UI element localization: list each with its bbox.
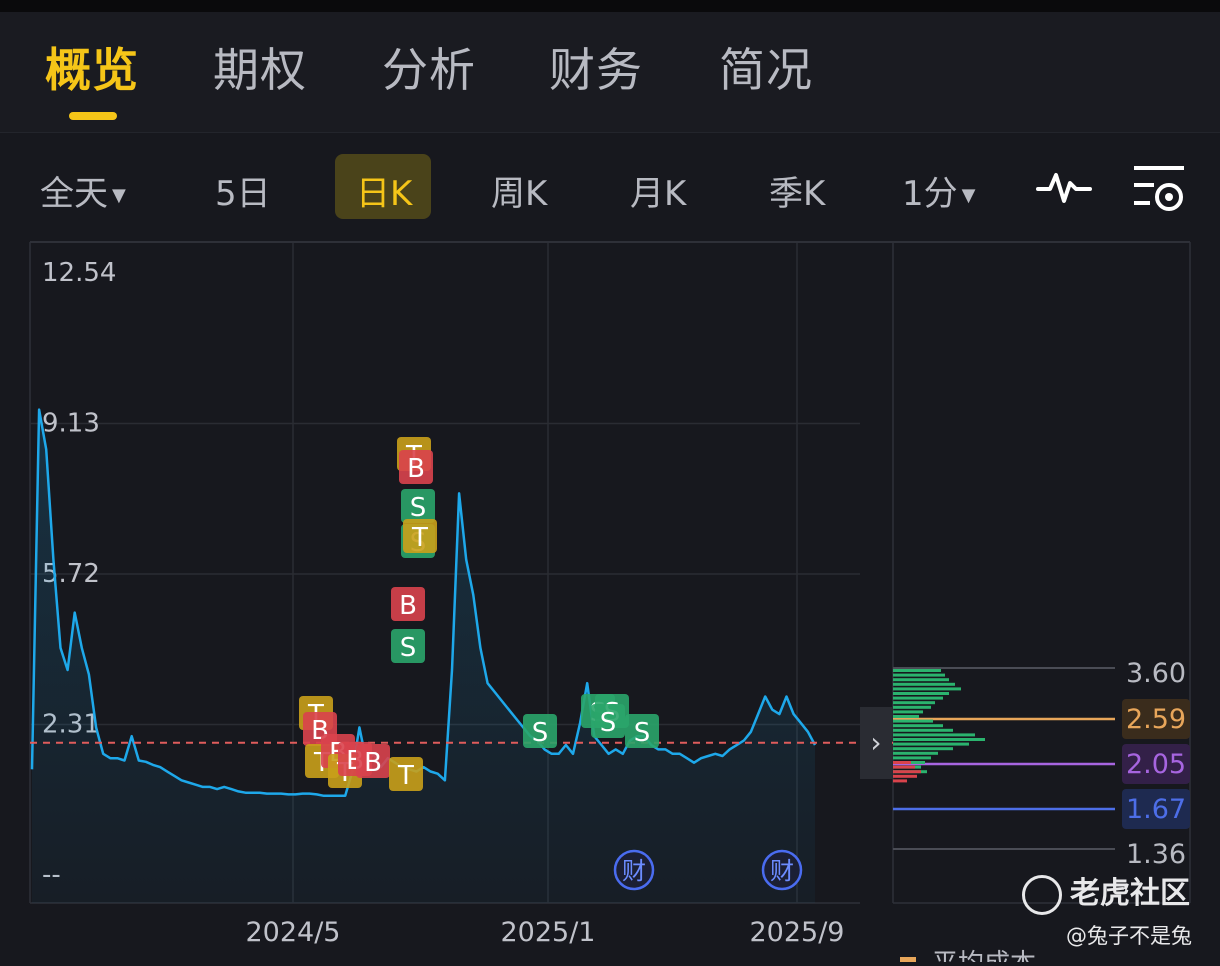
distribution-bar bbox=[893, 687, 961, 691]
distribution-bar bbox=[893, 701, 935, 705]
trade-marker: S bbox=[591, 704, 625, 738]
price-chart[interactable]: 12.549.135.722.31-- 2024/52025/12025/9 T… bbox=[0, 241, 1220, 966]
event-label: 财 bbox=[622, 857, 646, 885]
period-5day[interactable]: 5日 bbox=[215, 166, 271, 215]
trade-marker-label: B bbox=[407, 454, 425, 484]
y-tick-label: 12.54 bbox=[42, 258, 116, 288]
trade-marker: S bbox=[523, 714, 557, 748]
legend-label: 平均成本 bbox=[932, 949, 1036, 962]
period-intraday[interactable]: 全天 ▼ bbox=[40, 166, 126, 215]
x-tick-label: 2024/5 bbox=[246, 917, 341, 948]
watermark-brand: 老虎社区 bbox=[1022, 868, 1190, 915]
distribution-bar bbox=[893, 669, 941, 672]
period-weekly-k[interactable]: 周K bbox=[491, 166, 547, 215]
trade-marker-label: T bbox=[411, 523, 428, 553]
period-daily-k[interactable]: 日K bbox=[356, 166, 412, 215]
trade-marker: T bbox=[403, 519, 437, 553]
tab-financials[interactable]: 财务 bbox=[549, 34, 643, 100]
y-tick-label: 9.13 bbox=[42, 409, 100, 439]
chart-area: 12.549.135.722.31-- 2024/52025/12025/9 T… bbox=[0, 241, 1220, 966]
period-1min[interactable]: 1分 ▼ bbox=[902, 166, 975, 215]
trade-marker: S bbox=[401, 489, 435, 523]
distribution-bar bbox=[893, 770, 921, 774]
trade-marker: S bbox=[625, 714, 659, 748]
distribution-bar bbox=[893, 705, 931, 709]
distribution-bar bbox=[893, 761, 911, 764]
price-distribution: 3.60 2.59 2.05 1.67 1.36 平均成本 bbox=[893, 658, 1190, 966]
distribution-bar bbox=[893, 742, 969, 746]
price-level-label: 3.60 bbox=[1126, 658, 1186, 689]
distribution-bar bbox=[893, 738, 985, 741]
trade-marker: B bbox=[399, 450, 433, 484]
trade-marker-label: S bbox=[532, 718, 549, 748]
earnings-event-icon: 财 bbox=[761, 849, 803, 891]
period-quarterly-k[interactable]: 季K bbox=[769, 166, 825, 215]
trade-marker: B bbox=[391, 587, 425, 621]
trade-marker: B bbox=[356, 744, 390, 778]
event-label: 财 bbox=[770, 857, 794, 885]
distribution-bar bbox=[893, 710, 923, 714]
settings-filter-icon[interactable] bbox=[1132, 163, 1188, 215]
x-tick-label: 2025/1 bbox=[501, 917, 596, 948]
distribution-bar bbox=[893, 715, 919, 718]
waveform-icon[interactable] bbox=[1036, 169, 1092, 205]
x-axis-labels: 2024/5 2025/1 2025/9 bbox=[246, 917, 845, 948]
trade-marker: S bbox=[391, 629, 425, 663]
price-level-label: 2.05 bbox=[1126, 749, 1186, 780]
caret-down-icon: ▼ bbox=[961, 185, 976, 206]
chevron-right-icon[interactable]: › bbox=[860, 707, 892, 779]
distribution-bar bbox=[893, 733, 975, 737]
distribution-bar bbox=[893, 751, 938, 755]
trade-marker-label: T bbox=[397, 761, 414, 791]
tab-profile[interactable]: 简况 bbox=[719, 34, 813, 100]
tab-options[interactable]: 期权 bbox=[213, 34, 307, 100]
distribution-bar bbox=[893, 765, 915, 769]
distribution-bar bbox=[893, 774, 917, 778]
distribution-bar bbox=[893, 756, 931, 760]
tab-bar: 概览 期权 分析 财务 简况 bbox=[0, 12, 1220, 132]
distribution-bar bbox=[893, 719, 933, 723]
price-level-label: 1.67 bbox=[1126, 794, 1186, 825]
tab-overview[interactable]: 概览 bbox=[45, 34, 139, 100]
price-level-label: 2.59 bbox=[1126, 704, 1186, 735]
trade-marker-label: B bbox=[399, 591, 417, 621]
period-label: 1分 bbox=[902, 174, 958, 214]
tiger-logo-icon bbox=[1022, 874, 1062, 915]
earnings-event-icon: 财 bbox=[613, 849, 655, 891]
legend-swatch bbox=[900, 957, 916, 966]
caret-down-icon: ▼ bbox=[112, 185, 126, 206]
period-label: 全天 bbox=[40, 174, 108, 214]
trade-marker-label: B bbox=[364, 748, 382, 778]
distribution-bar bbox=[893, 696, 943, 700]
distribution-bar bbox=[893, 724, 943, 728]
period-selector: 全天 ▼ 5日 日K 周K 月K 季K 1分 ▼ bbox=[0, 133, 1220, 241]
trade-marker: T bbox=[389, 757, 423, 791]
distribution-bar bbox=[893, 692, 949, 695]
distribution-bar bbox=[893, 779, 907, 783]
distribution-bar bbox=[893, 678, 949, 682]
trade-marker-label: S bbox=[634, 718, 651, 748]
price-level-label: 1.36 bbox=[1126, 839, 1186, 870]
status-bar bbox=[0, 0, 1220, 12]
watermark-brand-text: 老虎社区 bbox=[1070, 876, 1190, 911]
distribution-bar bbox=[893, 728, 953, 732]
x-tick-label: 2025/9 bbox=[750, 917, 845, 948]
tab-analysis[interactable]: 分析 bbox=[382, 34, 476, 100]
trade-marker-label: S bbox=[410, 493, 427, 523]
distribution-bar bbox=[893, 747, 953, 751]
active-tab-indicator bbox=[69, 112, 117, 120]
trade-marker-label: S bbox=[600, 708, 617, 738]
trade-marker-label: S bbox=[400, 633, 417, 663]
watermark-handle: @兔子不是兔 bbox=[1066, 924, 1192, 948]
distribution-bar bbox=[893, 673, 945, 677]
period-monthly-k[interactable]: 月K bbox=[630, 166, 686, 215]
distribution-bar bbox=[893, 682, 955, 686]
